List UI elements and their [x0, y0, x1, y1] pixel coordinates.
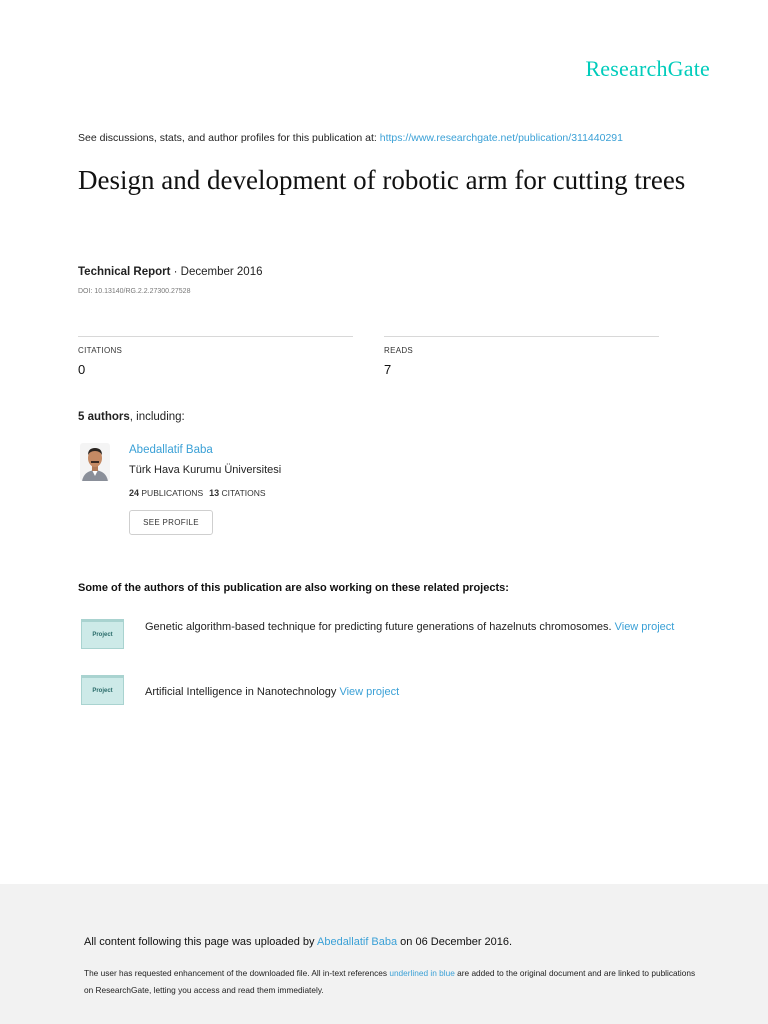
citations-value: 0	[78, 362, 86, 377]
project-item: Genetic algorithm-based technique for pr…	[145, 618, 725, 637]
publication-url-link[interactable]: https://www.researchgate.net/publication…	[380, 132, 623, 144]
upload-info: All content following this page was uplo…	[84, 936, 512, 948]
underlined-in-blue-link[interactable]: underlined in blue	[389, 968, 455, 978]
author-publications-label: PUBLICATIONS	[141, 488, 204, 498]
note-prefix: The user has requested enhancement of th…	[84, 968, 390, 978]
author-citations-label: CITATIONS	[221, 488, 266, 498]
project-icon-label: Project	[92, 688, 113, 694]
author-publications-count: 24	[129, 488, 140, 498]
see-discussions-line: See discussions, stats, and author profi…	[78, 132, 623, 144]
see-profile-button[interactable]: SEE PROFILE	[129, 510, 213, 535]
citations-label: CITATIONS	[78, 346, 123, 355]
publication-date: · December 2016	[170, 266, 263, 278]
view-project-link[interactable]: View project	[339, 686, 399, 698]
view-project-link[interactable]: View project	[615, 621, 675, 633]
see-discussions-text: See discussions, stats, and author profi…	[78, 132, 380, 144]
upload-suffix: on 06 December 2016.	[397, 936, 513, 948]
footer: All content following this page was uplo…	[0, 884, 768, 1024]
reads-stat: READS 7	[384, 336, 659, 377]
researchgate-logo: ResearchGate	[585, 56, 710, 81]
publication-doi: DOI: 10.13140/RG.2.2.27300.27528	[78, 288, 191, 295]
author-institution: Türk Hava Kurumu Üniversitesi	[129, 464, 282, 476]
citations-stat: CITATIONS 0	[78, 336, 353, 377]
publication-meta: Technical Report · December 2016	[78, 266, 263, 278]
author-name-link[interactable]: Abedallatif Baba	[129, 444, 213, 456]
reads-value: 7	[384, 362, 392, 377]
project-folder-icon: Project	[81, 675, 124, 705]
project-item: Artificial Intelligence in Nanotechnolog…	[145, 683, 399, 702]
enhancement-note: The user has requested enhancement of th…	[84, 965, 704, 999]
project-folder-icon: Project	[81, 619, 124, 649]
authors-heading: 5 authors, including:	[78, 411, 185, 423]
related-projects-heading: Some of the authors of this publication …	[78, 582, 509, 594]
author-stats: 24 PUBLICATIONS 13 CITATIONS	[129, 488, 266, 498]
authors-suffix: , including:	[129, 411, 185, 423]
project-title: Genetic algorithm-based technique for pr…	[145, 621, 615, 633]
author-photo-icon	[80, 443, 110, 481]
author-avatar[interactable]	[80, 443, 110, 481]
project-icon-label: Project	[92, 632, 113, 638]
publication-title: Design and development of robotic arm fo…	[78, 165, 686, 195]
author-citations-count: 13	[209, 488, 220, 498]
publication-type: Technical Report	[78, 266, 171, 278]
uploader-link[interactable]: Abedallatif Baba	[317, 936, 397, 948]
project-title: Artificial Intelligence in Nanotechnolog…	[145, 686, 340, 698]
upload-prefix: All content following this page was uplo…	[84, 936, 317, 948]
authors-count: 5 authors	[78, 411, 130, 423]
reads-label: READS	[384, 346, 414, 355]
